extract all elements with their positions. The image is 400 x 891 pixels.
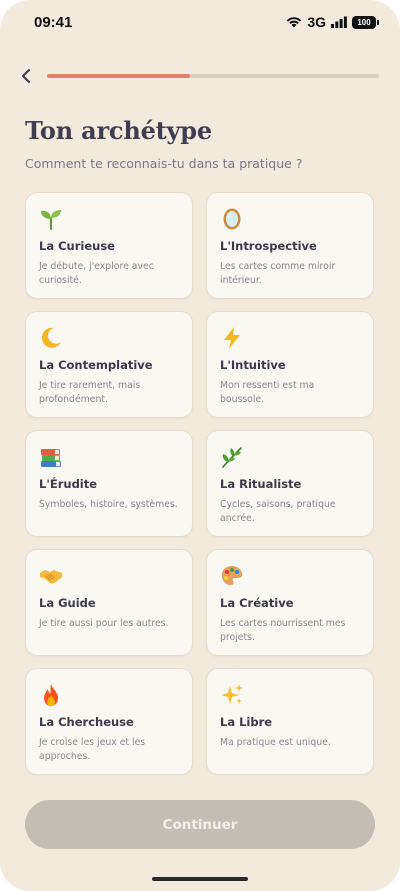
card-description: Les cartes comme miroir intérieur. (220, 261, 336, 286)
progress-bar (47, 74, 379, 78)
lightning-icon (224, 327, 240, 349)
archetype-card-guide[interactable]: La Guide Je tire aussi pour les autres. (25, 549, 193, 656)
crescent-moon-icon (41, 327, 61, 348)
page-subtitle: Comment te reconnais-tu dans ta pratique… (25, 156, 303, 171)
battery-level: 100 (357, 17, 371, 27)
sparkles-icon (221, 684, 243, 704)
seedling-icon (41, 210, 61, 230)
network-type: 3G (307, 14, 326, 30)
card-description: Les cartes nourrissent mes projets. (220, 618, 346, 643)
card-description: Mon ressenti est ma boussole. (220, 380, 315, 405)
progress-fill (47, 74, 190, 78)
archetype-card-libre[interactable]: La Libre Ma pratique est unique. (206, 668, 374, 775)
archetype-card-creative[interactable]: La Créative Les cartes nourrissent mes p… (206, 549, 374, 656)
card-description: Je débute, j'explore avec curiosité. (39, 261, 154, 286)
fire-icon (44, 684, 58, 706)
mirror-icon (223, 208, 241, 230)
card-description: Je croise les jeux et les approches. (39, 737, 146, 762)
archetype-card-ritualiste[interactable]: La Ritualiste Cycles, saisons, pratique … (206, 430, 374, 537)
archetype-card-erudite[interactable]: L'Érudite Symboles, histoire, systèmes. (25, 430, 193, 537)
card-description: Je tire rarement, mais profondément. (39, 380, 141, 405)
archetype-card-introspective[interactable]: L'Introspective Les cartes comme miroir … (206, 192, 374, 299)
status-icons: 3G 100 (286, 14, 379, 30)
card-description: Cycles, saisons, pratique ancrée. (220, 499, 336, 524)
back-button[interactable] (14, 64, 38, 88)
card-description: Je tire aussi pour les autres. (39, 618, 169, 629)
herb-icon (222, 447, 242, 468)
card-title: L'Introspective (220, 239, 317, 253)
status-time: 09:41 (34, 13, 73, 31)
card-title: L'Intuitive (220, 358, 286, 372)
card-title: La Curieuse (39, 239, 115, 253)
chevron-left-icon (22, 69, 30, 83)
archetype-card-curieuse[interactable]: La Curieuse Je débute, j'explore avec cu… (25, 192, 193, 299)
home-indicator (152, 877, 248, 881)
palette-icon (221, 566, 243, 586)
battery-icon: 100 (352, 15, 379, 29)
signal-icon (331, 16, 347, 28)
card-title: La Créative (220, 596, 294, 610)
card-title: La Chercheuse (39, 715, 134, 729)
page-title: Ton archétype (25, 116, 212, 145)
card-description: Ma pratique est unique. (220, 737, 331, 748)
card-description: Symboles, histoire, systèmes. (39, 499, 178, 510)
status-bar: 09:41 3G 100 (0, 0, 400, 44)
card-title: La Contemplative (39, 358, 153, 372)
card-title: La Guide (39, 596, 96, 610)
continue-button[interactable]: Continuer (25, 800, 375, 849)
books-icon (41, 449, 61, 467)
phone-screen: 09:41 3G 100 Ton archétype Comment te re… (0, 0, 400, 891)
archetype-card-contemplative[interactable]: La Contemplative Je tire rarement, mais … (25, 311, 193, 418)
archetype-card-chercheuse[interactable]: La Chercheuse Je croise les jeux et les … (25, 668, 193, 775)
archetype-grid: La Curieuse Je débute, j'explore avec cu… (25, 192, 375, 775)
archetype-card-intuitive[interactable]: L'Intuitive Mon ressenti est ma boussole… (206, 311, 374, 418)
card-title: La Libre (220, 715, 273, 729)
wifi-icon (287, 17, 302, 28)
card-title: La Ritualiste (220, 477, 302, 491)
handshake-icon (40, 570, 62, 584)
continue-label: Continuer (162, 816, 238, 833)
card-title: L'Érudite (39, 477, 98, 491)
